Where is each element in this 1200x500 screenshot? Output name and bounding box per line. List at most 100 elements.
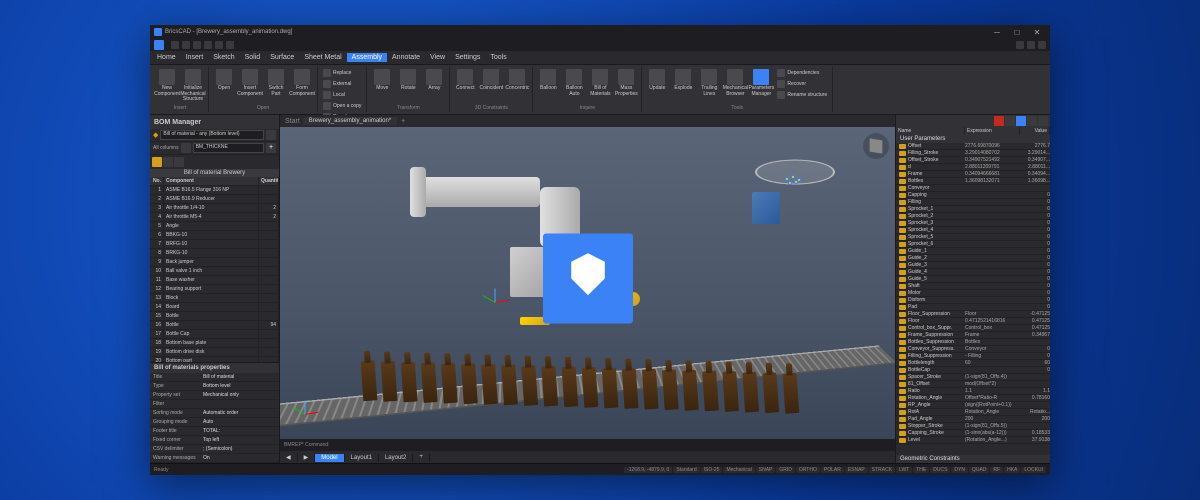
table-row[interactable]: 8BRKG-10 [150,249,279,258]
param-row[interactable]: Sprocket_30 [896,220,1050,227]
param-row[interactable]: Level(Rotation_Angle...)37.9138 [896,437,1050,444]
rotate-button[interactable]: Rotate [396,68,420,93]
status-toggle-snap[interactable]: SNAP [756,467,776,473]
status-toggle-ortho[interactable]: ORTHO [796,467,820,473]
add-param-icon[interactable] [1016,116,1026,126]
open-copy-button[interactable]: Open a copy [321,101,363,111]
add-layout-icon[interactable]: + [413,453,430,461]
balloon-button[interactable]: Balloon [536,68,560,93]
param-row[interactable]: BottleCap0 [896,367,1050,374]
property-row[interactable]: Grouping modeAuto [150,418,279,427]
status-toggle-polar[interactable]: POLAR [821,467,844,473]
col-quantity[interactable]: Quantity [259,177,279,186]
table-row[interactable]: 10Ball valve 1 inch [150,267,279,276]
param-row[interactable]: Conveyor_Suppress.Conveyor0 [896,346,1050,353]
recover-button[interactable]: Recover [775,79,829,89]
param-row[interactable]: 81_Offsetmod(Offset*2) [896,381,1050,388]
status-toggle-dyn[interactable]: DYN [951,467,968,473]
param-row[interactable]: Spacer_Stroke(1-sign(81_Offs.4)) [896,374,1050,381]
param-row[interactable]: Bottles_SuppressionBottles [896,339,1050,346]
table-row[interactable]: 16Bottle94 [150,321,279,330]
table-row[interactable]: 12Bearing support [150,285,279,294]
connect-button[interactable]: Connect [453,68,477,93]
status-mech[interactable]: Mechanical [723,467,754,473]
param-row[interactable]: Floor0.47125214168160.47125 [896,318,1050,325]
param-row[interactable]: Bottlelength6060 [896,360,1050,367]
table-row[interactable]: 1ASME B16.5 Flange 316 NP [150,186,279,195]
tool-icon-1[interactable] [163,157,173,167]
table-row[interactable]: 15Bottle [150,312,279,321]
qat-print-icon[interactable] [204,41,212,49]
bom-button[interactable]: Bill of Materials [588,68,612,98]
mech-browser-button[interactable]: Mechanical Browser [723,68,747,98]
maximize-button[interactable]: □ [1008,27,1026,37]
tab-sketch[interactable]: Sketch [208,53,239,62]
property-row[interactable]: Filter [150,400,279,409]
close-button[interactable]: ✕ [1028,27,1046,37]
trailing-button[interactable]: Trailing Lines [697,68,721,98]
status-toggle-grid[interactable]: GRID [776,467,795,473]
status-toggle-strack[interactable]: STRACK [869,467,895,473]
param-opts-icon[interactable] [1027,116,1037,126]
param-row[interactable]: Sprocket_20 [896,213,1050,220]
property-row[interactable]: Footer titleTOTAL: [150,427,279,436]
tab-annotate[interactable]: Annotate [387,53,425,62]
filter-icon[interactable] [181,143,191,153]
param-col-name[interactable]: Name [896,127,965,135]
concentric-button[interactable]: Concentric [505,68,529,93]
param-row[interactable]: Pad0 [896,304,1050,311]
col-no[interactable]: No. [150,177,164,186]
logo-icon[interactable] [154,40,164,50]
local-button[interactable]: Local [321,90,363,100]
table-row[interactable]: 9Back jumper [150,258,279,267]
new-component-button[interactable]: New Component [155,68,179,98]
layout-tab-layout2[interactable]: Layout2 [379,454,413,462]
param-row[interactable]: Pad_Angle200200 [896,416,1050,423]
table-row[interactable]: 11Base washer [150,276,279,285]
qat-new-icon[interactable] [171,41,179,49]
open-button[interactable]: Open [212,68,236,93]
filter-param-icon[interactable] [1005,116,1015,126]
table-row[interactable]: 17Bottle Cap [150,330,279,339]
param-row[interactable]: Guide_10 [896,248,1050,255]
qat-redo-icon[interactable] [226,41,234,49]
param-row[interactable]: Rotation_AngleOffset*Ratio-R0.78160 [896,395,1050,402]
status-toggle-lockui[interactable]: LOCKUI [1021,467,1046,473]
param-row[interactable]: Sprocket_40 [896,227,1050,234]
status-toggle-esnap[interactable]: ESNAP [845,467,868,473]
init-mech-button[interactable]: Initialize Mechanical Structure [181,68,205,104]
param-row[interactable]: RotARotation_AngleRotatio... [896,409,1050,416]
col-component[interactable]: Component [164,177,259,186]
add-column-icon[interactable]: + [266,143,276,153]
tab-insert[interactable]: Insert [181,53,209,62]
insert-comp-button[interactable]: Insert Component [238,68,262,98]
explode-button[interactable]: Explode [671,68,695,93]
param-row[interactable]: Guide_20 [896,255,1050,262]
status-toggle-lwt[interactable]: LWT [896,467,912,473]
param-row[interactable]: Sprocket_50 [896,234,1050,241]
diamond-icon[interactable] [152,157,162,167]
mass-props-button[interactable]: Mass Properties [614,68,638,98]
viewport-3d[interactable] [280,127,895,439]
deps-button[interactable]: Dependencies [775,68,829,78]
property-row[interactable]: Fixed cornerTop left [150,436,279,445]
move-gizmo[interactable] [480,287,510,317]
table-row[interactable]: 18Bottom base plate [150,339,279,348]
param-row[interactable]: d2.880112097912.88011... [896,164,1050,171]
layout-tab-layout1[interactable]: Layout1 [345,454,379,462]
tab-sheet-metal[interactable]: Sheet Metal [299,53,346,62]
param-row[interactable]: Capping0 [896,192,1050,199]
status-toggle-hka[interactable]: HKA [1004,467,1020,473]
param-row[interactable]: Sprocket_60 [896,241,1050,248]
qat-help-icon[interactable] [1027,41,1035,49]
param-row[interactable]: Frame0.340946666810.34094... [896,171,1050,178]
status-coords[interactable]: -1268.9, -4879.9, 0 [624,467,672,473]
param-row[interactable]: Frame_SuppressionFrame0.34967 [896,332,1050,339]
tab-view[interactable]: View [425,53,450,62]
property-row[interactable]: Warning messagesOn [150,454,279,463]
param-row[interactable]: Bottles1.360981320711.36098... [896,178,1050,185]
param-col-value[interactable]: Value [1020,127,1050,135]
property-row[interactable]: Property setMechanical only [150,391,279,400]
columns-select[interactable]: BM_THICKNE [193,143,264,153]
tabs-prev-icon[interactable]: ◀ [280,453,298,462]
